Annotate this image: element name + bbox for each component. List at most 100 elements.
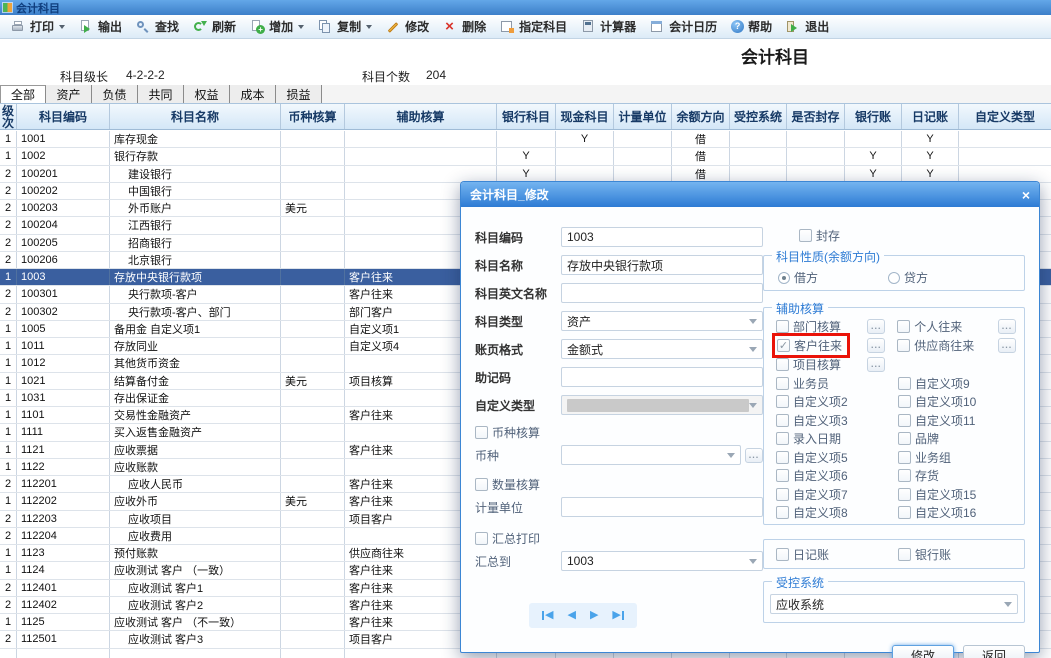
aux-left-cell: 自定义项2 <box>776 393 898 410</box>
aux-项目核算-checkbox[interactable] <box>776 358 789 371</box>
aux-自定义项10-checkbox[interactable] <box>898 395 911 409</box>
chevron-down-icon <box>59 24 66 29</box>
aux-自定义项2-checkbox[interactable] <box>776 395 789 409</box>
aux-自定义项15-wrap: 自定义项15 <box>898 486 976 503</box>
currency-select[interactable] <box>561 445 741 465</box>
back-button[interactable]: 返回 <box>963 645 1025 658</box>
seal-checkbox[interactable] <box>799 228 812 242</box>
table-cell: 借 <box>672 131 730 148</box>
delete-icon <box>443 19 458 34</box>
aux-项目核算-more-button[interactable]: ... <box>867 357 886 372</box>
subject-english-name-input[interactable] <box>561 283 763 303</box>
aux-个人往来-more-button[interactable]: ... <box>998 319 1016 334</box>
toolbar-button-calendar[interactable]: 会计日历 <box>643 16 724 37</box>
toolbar-button-export[interactable]: 输出 <box>72 16 129 37</box>
nav-last-icon[interactable]: ▶ <box>612 610 624 621</box>
aux-自定义项5-checkbox[interactable] <box>776 450 789 464</box>
aux-品牌-checkbox[interactable] <box>898 432 911 446</box>
aux-自定义项9-checkbox[interactable] <box>898 376 911 390</box>
toolbar-button-printer[interactable]: 打印 <box>4 16 72 37</box>
aux-供应商往来-more-button[interactable]: ... <box>998 338 1016 353</box>
toolbar-button-label: 指定科目 <box>519 20 568 34</box>
debit-radio[interactable] <box>778 271 790 284</box>
toolbar-button-delete[interactable]: 删除 <box>436 16 493 37</box>
aux-plain-row: 自定义项5 业务组 <box>776 448 1016 467</box>
aux-个人往来-checkbox[interactable] <box>897 320 911 333</box>
table-row[interactable]: 1 1002 银行存款 Y 借 Y Y <box>0 148 1051 166</box>
table-cell: 应收账款 <box>110 458 281 475</box>
aux-自定义项15-checkbox[interactable] <box>898 487 911 501</box>
table-cell: 2 <box>0 527 17 544</box>
tab-资产[interactable]: 资产 <box>46 85 92 103</box>
tab-共同[interactable]: 共同 <box>138 85 184 103</box>
table-row[interactable]: 1 1001 库存现金 Y 借 Y <box>0 131 1051 149</box>
日记账-checkbox[interactable] <box>776 547 789 561</box>
table-cell: 应收测试 客户 （不一致） <box>110 614 281 631</box>
subject-name-input[interactable]: 存放中央银行款项 <box>561 255 763 275</box>
table-cell <box>281 596 345 613</box>
aux-自定义项16-checkbox[interactable] <box>898 506 911 520</box>
mnemonic-input[interactable] <box>561 367 763 387</box>
toolbar-button-edit[interactable]: 修改 <box>379 16 436 37</box>
table-cell: 江西银行 <box>110 217 281 234</box>
tab-权益[interactable]: 权益 <box>184 85 230 103</box>
aux-部门核算-checkbox[interactable] <box>776 320 789 333</box>
aux-业务组-checkbox[interactable] <box>898 450 911 464</box>
aux-部门核算-more-button[interactable]: ... <box>867 319 886 334</box>
chevron-down-icon <box>749 402 757 408</box>
aux-自定义项11-checkbox[interactable] <box>898 413 911 427</box>
aux-自定义项7-checkbox[interactable] <box>776 487 789 501</box>
aux-存货-label: 存货 <box>915 469 940 484</box>
aux-自定义项6-checkbox[interactable] <box>776 469 789 483</box>
tab-全部[interactable]: 全部 <box>0 85 46 103</box>
chevron-down-icon <box>1004 601 1012 607</box>
toolbar-button-exit[interactable]: 退出 <box>779 16 836 37</box>
table-cell: Y <box>556 131 614 148</box>
page-format-select[interactable]: 金额式 <box>561 339 763 359</box>
aux-客户往来-more-button[interactable]: ... <box>867 338 886 353</box>
tab-成本[interactable]: 成本 <box>230 85 276 103</box>
table-cell: 央行款项-客户、部门 <box>110 303 281 320</box>
aux-plain-row: 自定义项7 自定义项15 <box>776 485 1016 504</box>
aux-left-cell: 自定义项5 <box>776 449 898 466</box>
toolbar-button-copy[interactable]: 复制 <box>311 16 379 37</box>
aux-供应商往来-checkbox[interactable] <box>897 339 911 352</box>
summary-print-checkbox[interactable] <box>475 531 488 545</box>
tab-负债[interactable]: 负债 <box>92 85 138 103</box>
subject-code-input[interactable]: 1003 <box>561 227 763 247</box>
subject-type-select[interactable]: 资产 <box>561 311 763 331</box>
modify-button[interactable]: 修改 <box>892 645 954 658</box>
toolbar-button-calculator[interactable]: 计算器 <box>574 16 643 37</box>
toolbar-button-assign[interactable]: 指定科目 <box>493 16 574 37</box>
aux-录入日期-checkbox[interactable] <box>776 432 789 446</box>
nav-next-icon[interactable]: ▶ <box>590 610 598 621</box>
toolbar-button-refresh[interactable]: 刷新 <box>186 16 243 37</box>
controlled-system-select[interactable]: 应收系统 <box>770 594 1018 614</box>
aux-存货-checkbox[interactable] <box>898 469 911 483</box>
currency-more-button[interactable]: ... <box>745 447 763 463</box>
quantity-check-checkbox[interactable] <box>475 477 488 491</box>
tab-损益[interactable]: 损益 <box>276 85 322 103</box>
aux-业务员-checkbox[interactable] <box>776 376 789 390</box>
toolbar-button-add[interactable]: 增加 <box>243 16 311 37</box>
银行账-checkbox[interactable] <box>898 547 911 561</box>
aux-客户往来-checkbox[interactable] <box>777 339 790 352</box>
currency-check-checkbox[interactable] <box>475 425 488 439</box>
toolbar-button-help[interactable]: 帮助 <box>724 16 779 37</box>
table-cell <box>281 476 345 493</box>
toolbar-button-label: 退出 <box>805 20 830 34</box>
unit-input[interactable] <box>561 497 763 517</box>
summary-print-row: 汇总打印 <box>475 529 763 547</box>
toolbar-button-search[interactable]: 查找 <box>129 16 186 37</box>
credit-radio[interactable] <box>888 271 901 284</box>
nav-previous-icon[interactable]: ◀ <box>567 610 575 621</box>
nav-first-icon[interactable]: ◀ <box>542 610 553 621</box>
aux-自定义项3-checkbox[interactable] <box>776 413 789 427</box>
subject-code-label: 科目编码 <box>475 230 524 245</box>
close-icon[interactable]: × <box>1022 188 1030 202</box>
aux-自定义项2-label: 自定义项2 <box>793 395 848 410</box>
table-cell: 100203 <box>17 200 110 217</box>
table-cell <box>345 131 497 148</box>
summarize-to-select[interactable]: 1003 <box>561 551 763 571</box>
aux-自定义项8-checkbox[interactable] <box>776 506 789 520</box>
